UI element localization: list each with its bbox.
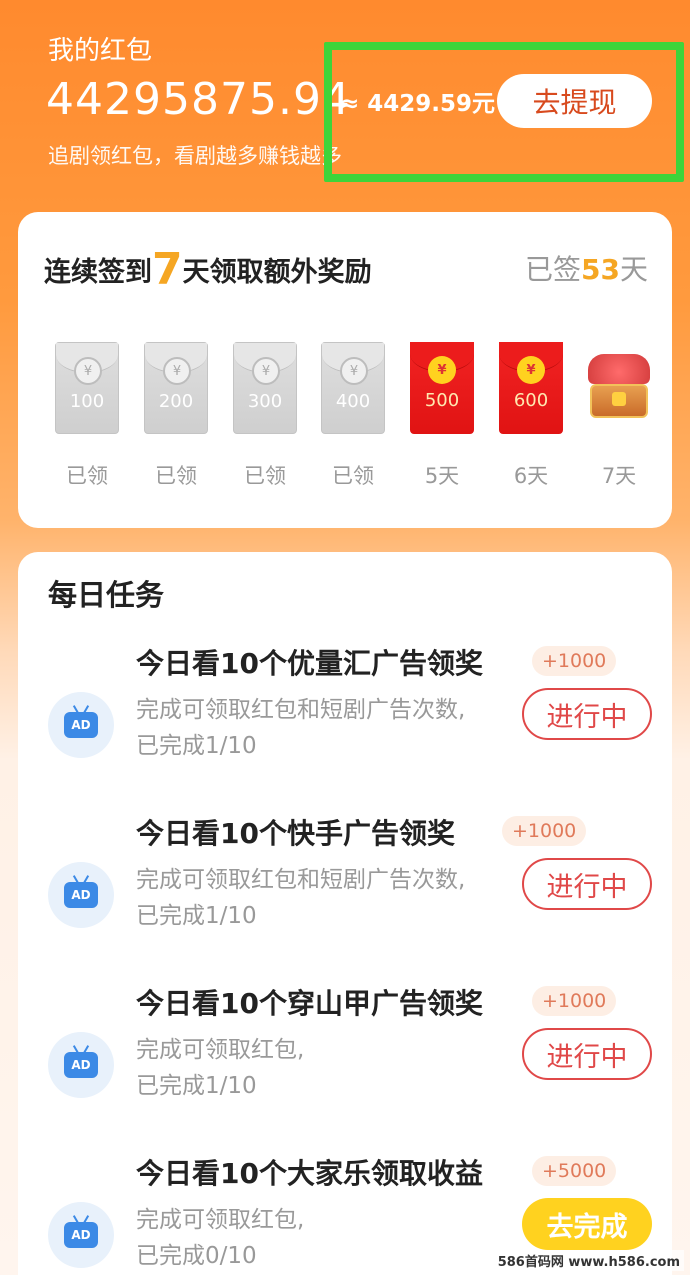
ad-tv-icon: AD xyxy=(48,1202,114,1268)
signin-day-4[interactable]: ¥ 400 已领 xyxy=(321,342,385,490)
task-reward-badge: +1000 xyxy=(532,986,617,1016)
task-name: 今日看10个大家乐领取收益 xyxy=(136,1157,483,1190)
wallet-title: 我的红包 xyxy=(48,36,153,66)
task-status-button[interactable]: 进行中 xyxy=(522,688,652,740)
coin-icon: ¥ xyxy=(163,357,191,385)
red-packet-icon: ¥ 300 xyxy=(233,342,297,434)
signin-title-days: 7 xyxy=(152,244,183,295)
signin-day-6[interactable]: ¥ 600 6天 xyxy=(499,342,563,490)
task-reward-badge: +5000 xyxy=(532,1156,617,1186)
task-name: 今日看10个优量汇广告领奖 xyxy=(136,647,483,680)
ad-tv-icon: AD xyxy=(48,862,114,928)
red-packet-icon: ¥ 100 xyxy=(55,342,119,434)
task-name: 今日看10个穿山甲广告领奖 xyxy=(136,987,483,1020)
signin-day-1[interactable]: ¥ 100 已领 xyxy=(55,342,119,490)
signin-day-5[interactable]: ¥ 500 5天 xyxy=(410,342,474,490)
wallet-subtitle: 追剧领红包，看剧越多赚钱越多 xyxy=(48,144,342,168)
go-complete-button[interactable]: 去完成 xyxy=(522,1198,652,1250)
task-reward-badge: +1000 xyxy=(502,816,587,846)
coin-icon: ¥ xyxy=(517,356,545,384)
task-desc: 完成可领取红包, 已完成1/10 xyxy=(136,1037,305,1099)
wallet-balance: 44295875.94 xyxy=(46,74,351,125)
signin-day-7[interactable]: 7天 xyxy=(584,342,654,490)
coin-icon: ¥ xyxy=(74,357,102,385)
coin-icon: ¥ xyxy=(252,357,280,385)
signin-card: 连续签到7天领取额外奖励 已签53天 ¥ 100 已领 ¥ 200 已领 ¥ 3… xyxy=(18,212,672,528)
task-reward-badge: +1000 xyxy=(532,646,617,676)
signin-day-2[interactable]: ¥ 200 已领 xyxy=(144,342,208,490)
task-desc: 完成可领取红包, 已完成0/10 xyxy=(136,1207,305,1269)
tasks-title: 每日任务 xyxy=(48,578,165,612)
task-item: AD 今日看10个快手广告领奖 +1000 完成可领取红包和短剧广告次数, 已完成… xyxy=(18,812,672,972)
task-desc: 完成可领取红包和短剧广告次数, 已完成1/10 xyxy=(136,697,466,759)
red-packet-icon: ¥ 600 xyxy=(499,342,563,434)
task-name: 今日看10个快手广告领奖 xyxy=(136,817,455,850)
red-packet-icon: ¥ 400 xyxy=(321,342,385,434)
signin-day-3[interactable]: ¥ 300 已领 xyxy=(233,342,297,490)
coin-icon: ¥ xyxy=(340,357,368,385)
task-item: AD 今日看10个穿山甲广告领奖 +1000 完成可领取红包, 已完成1/10 进… xyxy=(18,982,672,1142)
coin-icon: ¥ xyxy=(428,356,456,384)
task-item: AD 今日看10个优量汇广告领奖 +1000 完成可领取红包和短剧广告次数, 已完… xyxy=(18,642,672,802)
daily-tasks-card: 每日任务 AD 今日看10个优量汇广告领奖 +1000 完成可领取红包和短剧广告… xyxy=(18,552,672,1275)
red-packet-icon: ¥ 500 xyxy=(410,342,474,434)
task-desc: 完成可领取红包和短剧广告次数, 已完成1/10 xyxy=(136,867,466,929)
site-watermark: 586首码网 www.h586.com xyxy=(493,1250,684,1271)
red-packet-icon: ¥ 200 xyxy=(144,342,208,434)
ad-tv-icon: AD xyxy=(48,692,114,758)
signed-days: 已签53天 xyxy=(525,253,648,286)
task-status-button[interactable]: 进行中 xyxy=(522,1028,652,1080)
ad-tv-icon: AD xyxy=(48,1032,114,1098)
treasure-chest-icon xyxy=(584,348,654,428)
task-status-button[interactable]: 进行中 xyxy=(522,858,652,910)
signin-title: 连续签到7天领取额外奖励 xyxy=(44,244,372,295)
approx-value: ≈ 4429.59元 xyxy=(340,91,496,117)
withdraw-button[interactable]: 去提现 xyxy=(497,74,652,128)
wallet-header: 我的红包 44295875.94 追剧领红包，看剧越多赚钱越多 ≈ 4429.5… xyxy=(0,0,690,200)
